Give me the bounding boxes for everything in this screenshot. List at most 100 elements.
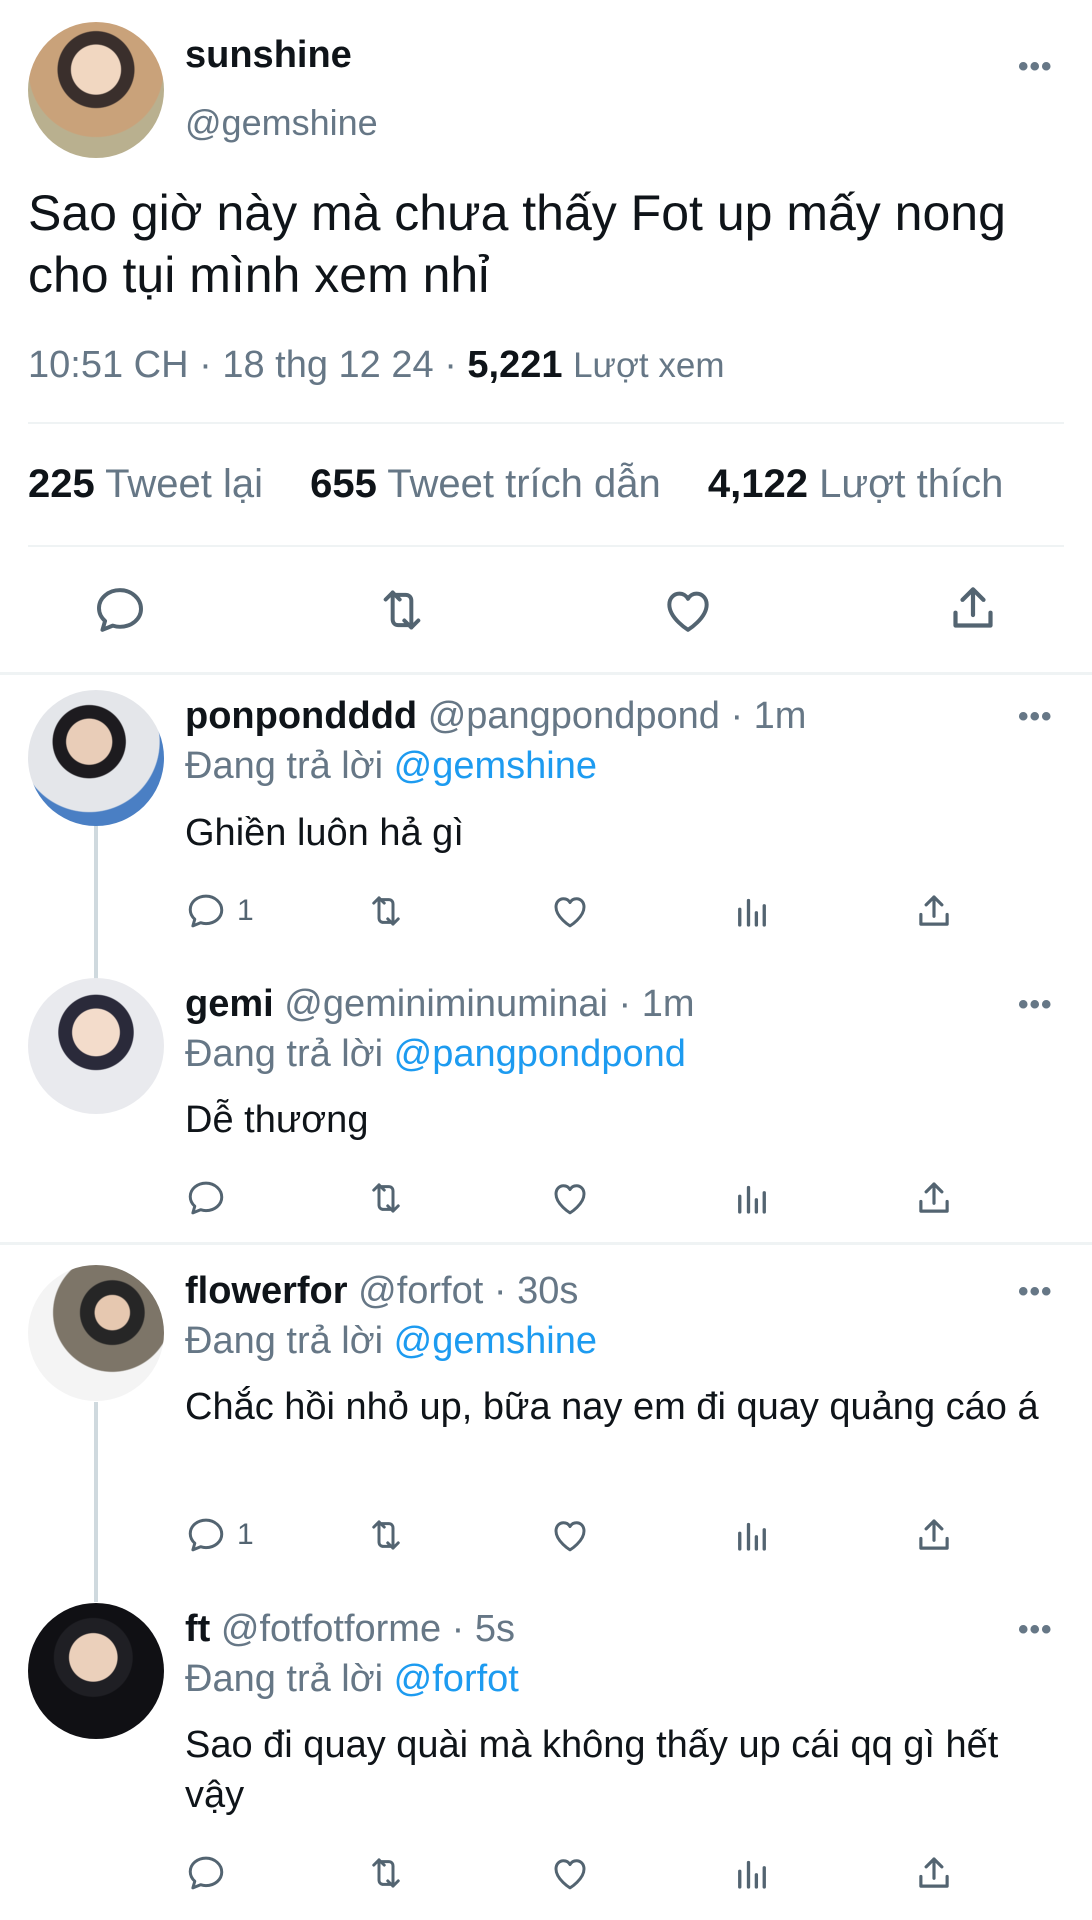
replying-mention[interactable]: @gemshine [394,1320,597,1362]
tweet-text: Sao giờ này mà chưa thấy Fot up mấy nong… [28,185,1006,303]
reply-actions: 1 [185,1514,985,1558]
thread-line [94,822,98,982]
section-separator [0,672,1092,675]
share-icon [913,1177,955,1219]
reply-avatar[interactable] [28,690,164,826]
heart-icon[interactable] [660,582,716,638]
replying-mention[interactable]: @forfot [394,1658,519,1700]
like-button[interactable] [549,1852,591,1894]
replying-label: Đang trả lời [185,745,384,787]
divider [28,422,1064,424]
meta-separator: · [199,344,223,386]
meta-separator: · [730,695,754,737]
more-icon[interactable]: ••• [1018,988,1053,1022]
reply-button[interactable]: 1 [185,1514,254,1556]
share-icon[interactable] [945,580,1001,636]
share-button[interactable] [913,1514,955,1556]
reply-time[interactable]: 5s [475,1608,515,1650]
reply-header: gemi @geminiminuminai · 1m [185,983,695,1026]
reply-avatar[interactable] [28,1603,164,1739]
replying-to: Đang trả lời @gemshine [185,745,597,788]
replying-label: Đang trả lời [185,1320,384,1362]
share-button[interactable] [913,1177,955,1219]
meta-separator: · [618,983,642,1025]
reply-button[interactable]: 1 [185,890,254,932]
replying-label: Đang trả lời [185,1658,384,1700]
views-button[interactable] [731,1177,773,1219]
share-icon [913,1852,955,1894]
reply-icon [185,1514,227,1556]
replying-mention[interactable]: @gemshine [394,745,597,787]
reply-count: 1 [237,1518,254,1551]
thread-line [94,1402,98,1602]
reply-text: Sao đi quay quài mà không thấy up cái qq… [185,1724,999,1816]
reply-button[interactable] [185,1852,237,1894]
author-avatar[interactable] [28,22,164,158]
reply-author-handle[interactable]: @pangpondpond [428,695,720,737]
quotes-count: 655 [310,462,377,506]
share-button[interactable] [913,1852,955,1894]
like-button[interactable] [549,890,591,932]
retweet-button[interactable] [365,890,407,932]
retweet-icon[interactable] [374,582,430,638]
like-button[interactable] [549,1177,591,1219]
retweets-label: Tweet lại [105,462,263,506]
reply-author-handle[interactable]: @forfot [358,1270,483,1312]
author-name[interactable]: sunshine [185,34,352,77]
reply-actions [185,1852,985,1896]
reply-time[interactable]: 30s [517,1270,578,1312]
reply-header: ft @fotfotforme · 5s [185,1608,515,1651]
quotes-stat[interactable]: 655 Tweet trích dẫn [310,462,661,506]
section-separator [0,1242,1092,1245]
retweet-button[interactable] [365,1514,407,1556]
replying-mention[interactable]: @pangpondpond [394,1033,686,1075]
reply-author-handle[interactable]: @geminiminuminai [284,983,608,1025]
more-icon[interactable]: ••• [1018,50,1053,84]
likes-stat[interactable]: 4,122 Lượt thích [708,462,1003,506]
reply-count: 1 [237,894,254,927]
likes-count: 4,122 [707,462,808,506]
reply-author-handle[interactable]: @fotfotforme [221,1608,441,1650]
likes-label: Lượt thích [819,462,1004,506]
share-button[interactable] [913,890,955,932]
meta-separator: · [493,1270,518,1312]
reply-actions: 1 [185,890,985,934]
replying-to: Đang trả lời @pangpondpond [185,1033,686,1076]
retweet-button[interactable] [365,1177,407,1219]
reply-avatar[interactable] [28,978,164,1114]
more-icon[interactable]: ••• [1018,1613,1053,1647]
views-icon [731,890,773,932]
views-count: 5,221 [467,344,563,386]
retweet-icon [365,890,407,932]
more-icon[interactable]: ••• [1018,700,1053,734]
reply-button[interactable] [185,1177,237,1219]
retweets-stat[interactable]: 225 Tweet lại [28,462,263,506]
reply-icon[interactable] [92,582,148,638]
views-label: Lượt xem [573,346,725,385]
tweet-date[interactable]: 18 thg 12 24 [222,344,433,386]
views-button[interactable] [731,1514,773,1556]
reply-time[interactable]: 1m [754,695,807,737]
reply-author-name[interactable]: gemi [185,983,274,1025]
retweet-icon [365,1852,407,1894]
tweet-time[interactable]: 10:51 CH [28,344,189,386]
reply-icon [185,890,227,932]
like-button[interactable] [549,1514,591,1556]
reply-text: Ghiền luôn hả gì [185,812,464,854]
reply-avatar[interactable] [28,1265,164,1401]
reply-icon [185,1177,227,1219]
more-icon[interactable]: ••• [1018,1275,1053,1309]
reply-author-name[interactable]: ft [185,1608,210,1650]
views-button[interactable] [731,890,773,932]
views-button[interactable] [731,1852,773,1894]
divider [28,545,1064,547]
tweet-meta: 10:51 CH · 18 thg 12 24 · 5,221 Lượt xem [28,344,725,387]
reply-author-name[interactable]: ponpondddd [185,695,417,737]
reply-time[interactable]: 1m [642,983,695,1025]
reply-icon [185,1852,227,1894]
share-icon [913,890,955,932]
author-handle[interactable]: @gemshine [185,102,378,144]
reply-author-name[interactable]: flowerfor [185,1270,348,1312]
retweet-button[interactable] [365,1852,407,1894]
reply-actions [185,1177,985,1221]
